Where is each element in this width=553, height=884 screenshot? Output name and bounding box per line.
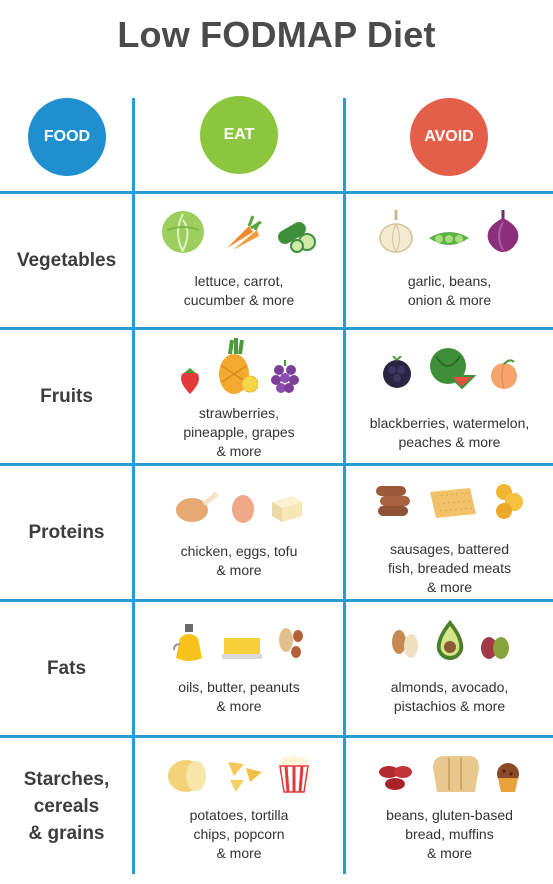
breaded-meat-icon <box>492 482 526 520</box>
avoid-caption-fruits: blackberries, watermelon, peaches & more <box>369 415 530 450</box>
potato-icon <box>166 756 212 794</box>
egg-icon <box>230 492 256 524</box>
food-header-circle: FOOD <box>28 98 106 176</box>
blackberry-icon <box>380 356 414 390</box>
tortilla-chips-icon <box>224 758 264 794</box>
oil-bottle-icon <box>172 622 208 662</box>
eat-header-label: EAT <box>223 126 255 143</box>
cucumber-icon <box>275 216 319 254</box>
eat-cell-starches: potatoes, tortilla chips, popcorn & more <box>135 738 343 874</box>
eat-caption-starches: potatoes, tortilla chips, popcorn & more <box>189 807 289 861</box>
muffin-icon <box>493 762 523 794</box>
avoid-caption-starches: beans, gluten-based bread, muffins & mor… <box>386 807 513 861</box>
lettuce-icon <box>159 210 207 254</box>
bread-icon <box>429 754 481 794</box>
avoid-header-label: AVOID <box>424 128 474 145</box>
grapes-icon <box>270 358 300 396</box>
chicken-icon <box>174 490 218 524</box>
avoid-cell-fruits: blackberries, watermelon, peaches & more <box>346 330 553 463</box>
eat-cell-proteins: chicken, eggs, tofu & more <box>135 466 343 599</box>
avoid-cell-proteins: sausages, battered fish, breaded meats &… <box>346 466 553 599</box>
food-header-label: FOOD <box>43 128 91 145</box>
onion-icon <box>483 208 523 254</box>
row-label-proteins: Proteins <box>28 522 105 543</box>
row-label-vegetables: Vegetables <box>16 250 117 271</box>
eat-cell-fruits: strawberries, pineapple, grapes & more <box>135 330 343 463</box>
almond-icon <box>389 624 421 662</box>
eat-cell-vegetables: lettuce, carrot, cucumber & more <box>135 194 343 327</box>
diet-table: FOOD EAT AVOID Vegetables lettuce, carro… <box>0 96 553 884</box>
page-title: Low FODMAP Diet <box>117 14 436 55</box>
carrot-icon <box>219 210 263 254</box>
peach-icon <box>488 358 520 390</box>
sausage-icon <box>374 482 414 520</box>
eat-caption-proteins: chicken, eggs, tofu & more <box>180 543 298 578</box>
avoid-header-circle: AVOID <box>410 98 488 176</box>
eat-caption-fruits: strawberries, pineapple, grapes & more <box>183 405 295 459</box>
popcorn-icon <box>276 754 312 794</box>
eat-caption-fats: oils, butter, peanuts & more <box>178 679 300 714</box>
battered-fish-icon <box>426 484 480 520</box>
row-label-fruits: Fruits <box>40 386 93 407</box>
eat-header-circle: EAT <box>200 96 278 174</box>
avocado-icon <box>433 618 467 662</box>
avoid-cell-vegetables: garlic, beans, onion & more <box>346 194 553 327</box>
pineapple-icon <box>214 338 258 396</box>
butter-icon <box>220 632 264 662</box>
garlic-icon <box>377 208 415 254</box>
watermelon-icon <box>426 346 476 390</box>
pea-pod-icon <box>427 224 471 254</box>
avoid-cell-fats: almonds, avocado, pistachios & more <box>346 602 553 735</box>
avoid-caption-vegetables: garlic, beans, onion & more <box>407 273 492 308</box>
eat-cell-fats: oils, butter, peanuts & more <box>135 602 343 735</box>
avoid-cell-starches: beans, gluten-based bread, muffins & mor… <box>346 738 553 874</box>
kidney-beans-icon <box>377 760 417 794</box>
row-label-fats: Fats <box>46 658 87 679</box>
pistachio-icon <box>479 632 511 662</box>
avoid-caption-proteins: sausages, battered fish, breaded meats &… <box>388 541 511 595</box>
row-label-starches: Starches, cereals & grains <box>23 768 110 844</box>
peanut-icon <box>276 626 306 662</box>
tofu-icon <box>268 492 304 524</box>
eat-caption-vegetables: lettuce, carrot, cucumber & more <box>183 273 295 308</box>
avoid-caption-fats: almonds, avocado, pistachios & more <box>390 679 509 714</box>
strawberry-icon <box>178 366 202 396</box>
